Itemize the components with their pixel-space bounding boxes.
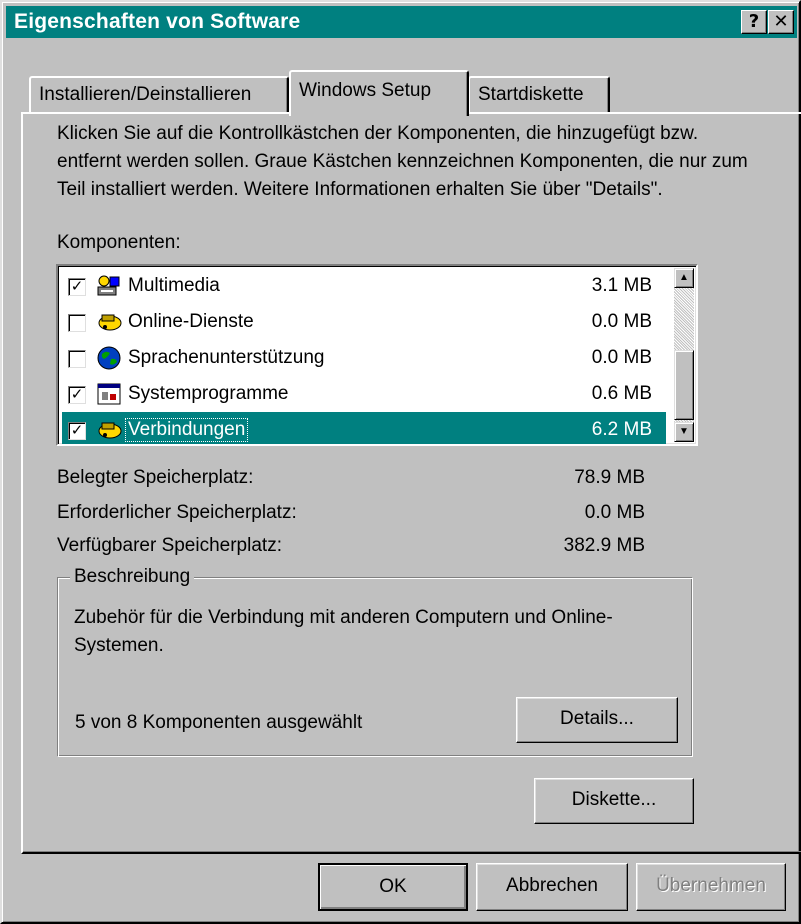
connections-icon xyxy=(98,422,122,439)
disk-button[interactable]: Diskette... xyxy=(534,778,694,824)
scroll-down-button[interactable]: ▼ xyxy=(674,422,694,442)
description-title: Beschreibung xyxy=(70,566,195,588)
disk-space-used-row: Belegter Speicherplatz: 78.9 MB xyxy=(57,467,657,495)
window-title: Eigenschaften von Software xyxy=(14,10,301,33)
tab-windows-setup[interactable]: Windows Setup xyxy=(289,70,469,116)
apply-button[interactable]: Übernehmen xyxy=(636,863,786,911)
scroll-up-button[interactable]: ▲ xyxy=(674,268,694,288)
component-name: Sprachenunterstützung xyxy=(128,347,325,368)
tab-label: Installieren/Deinstallieren xyxy=(39,84,252,105)
tab-install-uninstall[interactable]: Installieren/Deinstallieren xyxy=(29,76,289,112)
list-item-verbindungen[interactable]: ✓ Verbindungen 6.2 MB xyxy=(62,412,666,444)
components-listbox[interactable]: ✓ Multimedia 3.1 MB Online-Dienste 0.0 M… xyxy=(56,264,698,446)
online-services-icon xyxy=(98,314,122,331)
title-bar[interactable]: Eigenschaften von Software ? ✕ xyxy=(6,6,797,38)
list-item-systemprogramme[interactable]: ✓ Systemprogramme 0.6 MB xyxy=(62,376,666,412)
tab-startup-disk[interactable]: Startdiskette xyxy=(468,76,610,112)
component-size: 6.2 MB xyxy=(591,419,652,440)
components-label: Komponenten: xyxy=(57,232,181,253)
disk-space-required-row: Erforderlicher Speicherplatz: 0.0 MB xyxy=(57,502,657,530)
component-name: Multimedia xyxy=(128,275,220,296)
disk-space-value: 0.0 MB xyxy=(584,502,645,523)
checkbox-online-dienste[interactable] xyxy=(68,314,86,332)
disk-space-label: Erforderlicher Speicherplatz: xyxy=(57,502,297,523)
checkbox-verbindungen[interactable]: ✓ xyxy=(68,422,86,440)
close-button[interactable]: ✕ xyxy=(768,10,794,34)
disk-space-available-row: Verfügbarer Speicherplatz: 382.9 MB xyxy=(57,535,657,563)
component-name: Verbindungen xyxy=(124,418,249,442)
component-name: Online-Dienste xyxy=(128,311,254,332)
checkbox-sprachenunterstuetzung[interactable] xyxy=(68,350,86,368)
check-icon: ✓ xyxy=(70,421,84,439)
disk-space-value: 78.9 MB xyxy=(574,467,645,488)
ok-button[interactable]: OK xyxy=(318,863,468,911)
globe-icon xyxy=(97,346,121,370)
list-scrollbar[interactable]: ▲ ▼ xyxy=(674,268,694,442)
check-icon: ✓ xyxy=(70,385,84,403)
component-size: 0.6 MB xyxy=(591,383,652,404)
multimedia-icon xyxy=(97,275,120,296)
scroll-thumb[interactable] xyxy=(674,350,694,420)
help-button[interactable]: ? xyxy=(741,10,767,34)
component-size: 0.0 MB xyxy=(591,347,652,368)
component-name: Systemprogramme xyxy=(128,383,289,404)
disk-space-value: 382.9 MB xyxy=(563,535,645,556)
list-item-online-dienste[interactable]: Online-Dienste 0.0 MB xyxy=(62,304,666,340)
component-size: 0.0 MB xyxy=(591,311,652,332)
disk-space-label: Verfügbarer Speicherplatz: xyxy=(57,535,282,556)
tab-label: Windows Setup xyxy=(299,80,432,101)
list-item-multimedia[interactable]: ✓ Multimedia 3.1 MB xyxy=(62,268,666,304)
checkbox-systemprogramme[interactable]: ✓ xyxy=(68,386,86,404)
checkbox-multimedia[interactable]: ✓ xyxy=(68,278,86,296)
component-size: 3.1 MB xyxy=(591,275,652,296)
cancel-button[interactable]: Abbrechen xyxy=(476,863,628,911)
system-tools-icon xyxy=(97,383,121,405)
description-text: Zubehör für die Verbindung mit anderen C… xyxy=(74,607,613,656)
check-icon: ✓ xyxy=(70,277,84,295)
selected-count-text: 5 von 8 Komponenten ausgewählt xyxy=(75,712,363,733)
intro-text: Klicken Sie auf die Kontrollkästchen der… xyxy=(57,123,748,200)
disk-space-label: Belegter Speicherplatz: xyxy=(57,467,254,488)
details-button[interactable]: Details... xyxy=(516,697,678,743)
list-item-sprachenunterstuetzung[interactable]: Sprachenunterstützung 0.0 MB xyxy=(62,340,666,376)
tab-label: Startdiskette xyxy=(478,84,584,105)
